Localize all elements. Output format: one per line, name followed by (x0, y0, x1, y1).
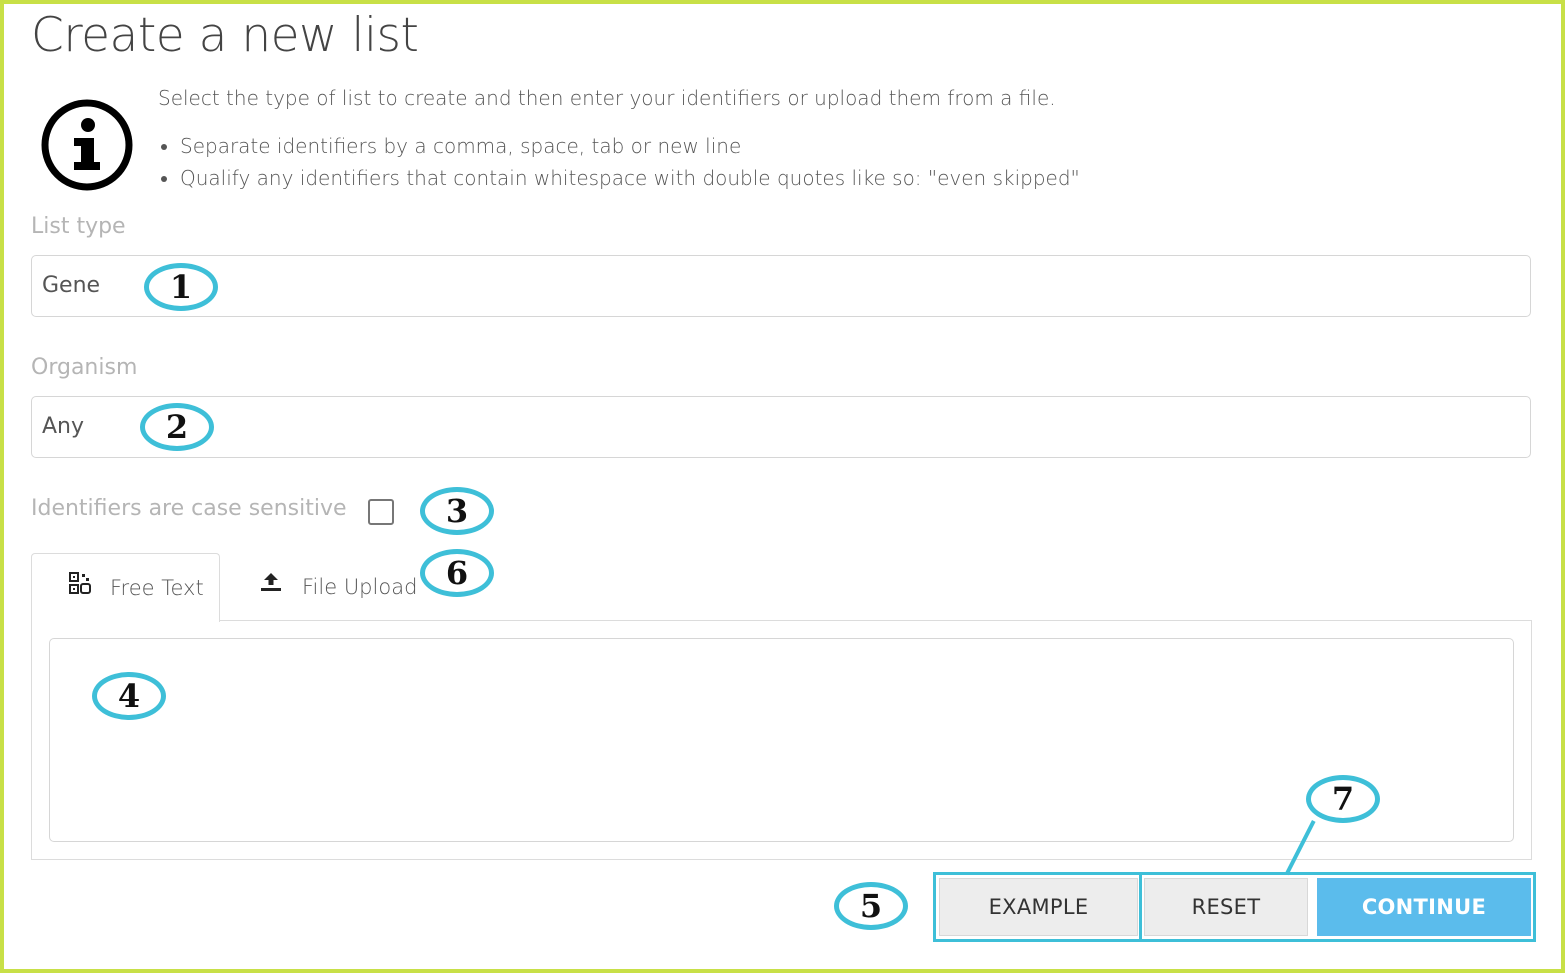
info-bullet-list: Separate identifiers by a comma, space, … (158, 130, 1080, 194)
reset-button[interactable]: RESET (1144, 878, 1308, 936)
button-group-divider (1139, 875, 1142, 939)
organism-label: Organism (31, 355, 138, 380)
tab-file-upload[interactable]: File Upload (236, 553, 426, 621)
info-bullet: Qualify any identifiers that contain whi… (180, 162, 1080, 194)
callout-6: 6 (420, 549, 494, 597)
info-text: Select the type of list to create and th… (158, 84, 1080, 194)
continue-button[interactable]: CONTINUE (1317, 878, 1531, 936)
tab-file-upload-label: File Upload (302, 575, 418, 599)
info-circle-icon (41, 99, 133, 191)
callout-1: 1 (144, 263, 218, 311)
organism-value: Any (42, 414, 85, 439)
action-button-group: EXAMPLE RESET CONTINUE (933, 872, 1536, 942)
upload-icon (261, 573, 281, 591)
example-button[interactable]: EXAMPLE (939, 878, 1138, 936)
callout-2: 2 (140, 403, 214, 451)
case-sensitive-label: Identifiers are case sensitive (31, 496, 347, 521)
page-title: Create a new list (31, 8, 419, 63)
tab-free-text[interactable]: Free Text (31, 553, 220, 622)
callout-7: 7 (1306, 775, 1380, 823)
callout-5: 5 (834, 882, 908, 930)
callout-4: 4 (92, 672, 166, 720)
list-type-label: List type (31, 214, 126, 239)
identifiers-textarea[interactable] (49, 638, 1514, 842)
qr-code-icon (69, 572, 91, 594)
organism-select[interactable]: Any (31, 396, 1531, 458)
list-type-select[interactable]: Gene (31, 255, 1531, 317)
tab-free-text-label: Free Text (110, 576, 204, 600)
info-bullet: Separate identifiers by a comma, space, … (180, 130, 1080, 162)
case-sensitive-checkbox[interactable] (368, 499, 394, 525)
callout-3: 3 (420, 487, 494, 535)
info-intro: Select the type of list to create and th… (158, 86, 1056, 110)
list-type-value: Gene (42, 273, 101, 298)
